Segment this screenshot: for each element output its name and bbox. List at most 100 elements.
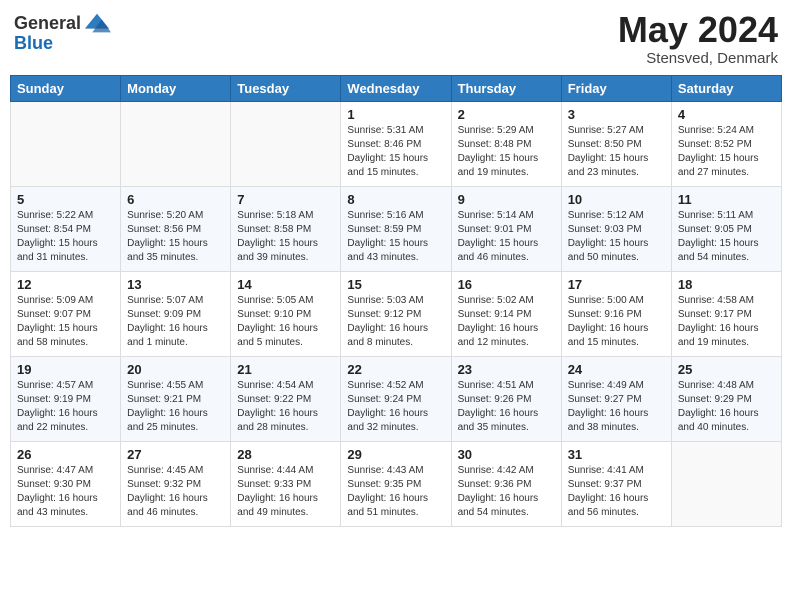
day-number: 19 [17, 362, 114, 377]
calendar-week-5: 26Sunrise: 4:47 AM Sunset: 9:30 PM Dayli… [11, 441, 782, 526]
day-info: Sunrise: 5:02 AM Sunset: 9:14 PM Dayligh… [458, 294, 555, 350]
calendar-cell [121, 101, 231, 186]
day-header-thursday: Thursday [451, 75, 561, 101]
day-number: 7 [237, 192, 334, 207]
day-number: 24 [568, 362, 665, 377]
day-number: 9 [458, 192, 555, 207]
calendar-week-4: 19 Sunrise: 4:57 AM Sunset: 9:19 PM Dayli… [11, 356, 782, 441]
day-number: 23 [458, 362, 555, 377]
calendar-cell: 13 Sunrise: 5:07 AM Sunset: 9:09 PM Dayli… [121, 271, 231, 356]
calendar-cell: 17Sunrise: 5:00 AM Sunset: 9:16 PM Dayli… [561, 271, 671, 356]
logo: General Blue [14, 10, 111, 54]
day-info: Sunrise: 5:09 AM Sunset: 9:07 PM Dayligh… [17, 294, 114, 350]
calendar-cell [231, 101, 341, 186]
calendar-week-2: 5 Sunrise: 5:22 AM Sunset: 8:54 PM Daylig… [11, 186, 782, 271]
day-info: Sunrise: 5:07 AM Sunset: 9:09 PM Dayligh… [127, 294, 224, 350]
day-info: Sunrise: 4:43 AM Sunset: 9:35 PM Dayligh… [347, 464, 444, 520]
day-info: Sunrise: 5:27 AM Sunset: 8:50 PM Dayligh… [568, 124, 665, 180]
calendar-cell: 6 Sunrise: 5:20 AM Sunset: 8:56 PM Daylig… [121, 186, 231, 271]
day-info: Sunrise: 5:03 AM Sunset: 9:12 PM Dayligh… [347, 294, 444, 350]
day-info: Sunrise: 5:05 AM Sunset: 9:10 PM Dayligh… [237, 294, 334, 350]
calendar-cell: 29 Sunrise: 4:43 AM Sunset: 9:35 PM Dayli… [341, 441, 451, 526]
calendar-cell: 10 Sunrise: 5:12 AM Sunset: 9:03 PM Dayli… [561, 186, 671, 271]
day-info: Sunrise: 5:14 AM Sunset: 9:01 PM Dayligh… [458, 209, 555, 265]
day-info: Sunrise: 4:54 AM Sunset: 9:22 PM Dayligh… [237, 379, 334, 435]
day-info: Sunrise: 4:57 AM Sunset: 9:19 PM Dayligh… [17, 379, 114, 435]
day-number: 3 [568, 107, 665, 122]
calendar-cell: 23 Sunrise: 4:51 AM Sunset: 9:26 PM Dayli… [451, 356, 561, 441]
day-number: 10 [568, 192, 665, 207]
calendar-cell: 11Sunrise: 5:11 AM Sunset: 9:05 PM Dayli… [671, 186, 781, 271]
day-number: 20 [127, 362, 224, 377]
day-number: 5 [17, 192, 114, 207]
calendar-cell: 27Sunrise: 4:45 AM Sunset: 9:32 PM Dayli… [121, 441, 231, 526]
calendar-cell [11, 101, 121, 186]
day-header-saturday: Saturday [671, 75, 781, 101]
day-number: 29 [347, 447, 444, 462]
calendar-cell [671, 441, 781, 526]
day-number: 25 [678, 362, 775, 377]
calendar-cell: 15 Sunrise: 5:03 AM Sunset: 9:12 PM Dayli… [341, 271, 451, 356]
calendar-cell: 26Sunrise: 4:47 AM Sunset: 9:30 PM Dayli… [11, 441, 121, 526]
calendar-cell: 5 Sunrise: 5:22 AM Sunset: 8:54 PM Daylig… [11, 186, 121, 271]
day-number: 14 [237, 277, 334, 292]
day-number: 1 [347, 107, 444, 122]
day-info: Sunrise: 5:31 AM Sunset: 8:46 PM Dayligh… [347, 124, 444, 180]
day-number: 31 [568, 447, 665, 462]
calendar-cell: 16 Sunrise: 5:02 AM Sunset: 9:14 PM Dayli… [451, 271, 561, 356]
calendar-cell: 3 Sunrise: 5:27 AM Sunset: 8:50 PM Daylig… [561, 101, 671, 186]
day-header-tuesday: Tuesday [231, 75, 341, 101]
calendar-cell: 24Sunrise: 4:49 AM Sunset: 9:27 PM Dayli… [561, 356, 671, 441]
logo-icon [83, 10, 111, 38]
calendar-cell: 2 Sunrise: 5:29 AM Sunset: 8:48 PM Daylig… [451, 101, 561, 186]
calendar-cell: 12 Sunrise: 5:09 AM Sunset: 9:07 PM Dayli… [11, 271, 121, 356]
day-info: Sunrise: 5:11 AM Sunset: 9:05 PM Dayligh… [678, 209, 775, 265]
day-info: Sunrise: 4:44 AM Sunset: 9:33 PM Dayligh… [237, 464, 334, 520]
day-number: 28 [237, 447, 334, 462]
day-number: 15 [347, 277, 444, 292]
day-number: 18 [678, 277, 775, 292]
location-subtitle: Stensved, Denmark [618, 50, 778, 67]
day-info: Sunrise: 5:12 AM Sunset: 9:03 PM Dayligh… [568, 209, 665, 265]
calendar-cell: 9 Sunrise: 5:14 AM Sunset: 9:01 PM Daylig… [451, 186, 561, 271]
day-header-wednesday: Wednesday [341, 75, 451, 101]
day-info: Sunrise: 5:20 AM Sunset: 8:56 PM Dayligh… [127, 209, 224, 265]
day-number: 17 [568, 277, 665, 292]
calendar-cell: 30Sunrise: 4:42 AM Sunset: 9:36 PM Dayli… [451, 441, 561, 526]
day-info: Sunrise: 4:55 AM Sunset: 9:21 PM Dayligh… [127, 379, 224, 435]
calendar-cell: 18Sunrise: 4:58 AM Sunset: 9:17 PM Dayli… [671, 271, 781, 356]
day-number: 22 [347, 362, 444, 377]
calendar-header-row: SundayMondayTuesdayWednesdayThursdayFrid… [11, 75, 782, 101]
day-info: Sunrise: 4:47 AM Sunset: 9:30 PM Dayligh… [17, 464, 114, 520]
day-number: 13 [127, 277, 224, 292]
day-info: Sunrise: 5:22 AM Sunset: 8:54 PM Dayligh… [17, 209, 114, 265]
logo-general-text: General [14, 14, 81, 34]
calendar-cell: 25 Sunrise: 4:48 AM Sunset: 9:29 PM Dayli… [671, 356, 781, 441]
day-header-sunday: Sunday [11, 75, 121, 101]
calendar-cell: 28 Sunrise: 4:44 AM Sunset: 9:33 PM Dayli… [231, 441, 341, 526]
day-info: Sunrise: 4:42 AM Sunset: 9:36 PM Dayligh… [458, 464, 555, 520]
day-number: 4 [678, 107, 775, 122]
calendar-week-3: 12 Sunrise: 5:09 AM Sunset: 9:07 PM Dayli… [11, 271, 782, 356]
day-info: Sunrise: 4:51 AM Sunset: 9:26 PM Dayligh… [458, 379, 555, 435]
calendar-cell: 19 Sunrise: 4:57 AM Sunset: 9:19 PM Dayli… [11, 356, 121, 441]
calendar-cell: 7Sunrise: 5:18 AM Sunset: 8:58 PM Daylig… [231, 186, 341, 271]
calendar-cell: 1 Sunrise: 5:31 AM Sunset: 8:46 PM Daylig… [341, 101, 451, 186]
calendar-week-1: 1 Sunrise: 5:31 AM Sunset: 8:46 PM Daylig… [11, 101, 782, 186]
day-header-friday: Friday [561, 75, 671, 101]
day-number: 6 [127, 192, 224, 207]
day-number: 16 [458, 277, 555, 292]
day-info: Sunrise: 5:24 AM Sunset: 8:52 PM Dayligh… [678, 124, 775, 180]
calendar-cell: 8Sunrise: 5:16 AM Sunset: 8:59 PM Daylig… [341, 186, 451, 271]
day-info: Sunrise: 5:16 AM Sunset: 8:59 PM Dayligh… [347, 209, 444, 265]
day-info: Sunrise: 5:29 AM Sunset: 8:48 PM Dayligh… [458, 124, 555, 180]
day-info: Sunrise: 4:48 AM Sunset: 9:29 PM Dayligh… [678, 379, 775, 435]
day-number: 2 [458, 107, 555, 122]
calendar-cell: 21Sunrise: 4:54 AM Sunset: 9:22 PM Dayli… [231, 356, 341, 441]
day-info: Sunrise: 4:52 AM Sunset: 9:24 PM Dayligh… [347, 379, 444, 435]
title-block: May 2024 Stensved, Denmark [618, 10, 778, 67]
day-number: 12 [17, 277, 114, 292]
calendar-cell: 20 Sunrise: 4:55 AM Sunset: 9:21 PM Dayli… [121, 356, 231, 441]
month-title: May 2024 [618, 10, 778, 50]
day-header-monday: Monday [121, 75, 231, 101]
